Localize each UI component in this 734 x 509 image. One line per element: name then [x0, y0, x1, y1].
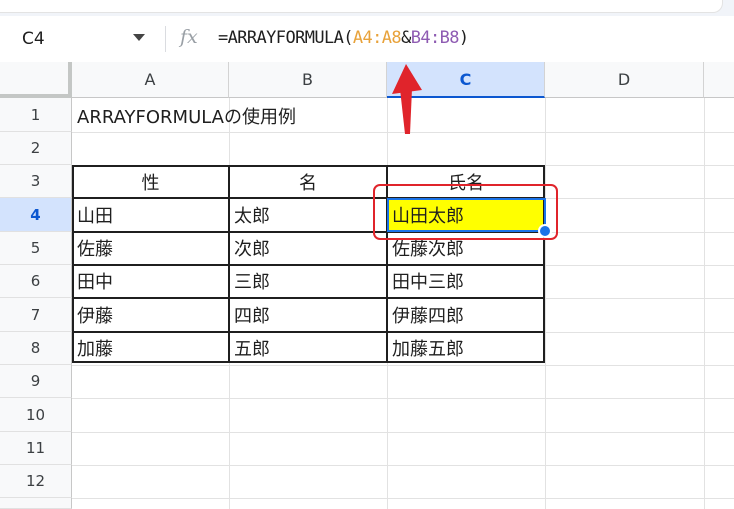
formula-amp: & [401, 28, 411, 48]
row-header-6[interactable]: 6 [0, 265, 72, 298]
row-header-3[interactable]: 3 [0, 165, 72, 198]
cell-a6[interactable]: 田中 [72, 265, 229, 297]
row-header-11[interactable]: 11 [0, 432, 72, 465]
cell-c8[interactable]: 加藤五郎 [387, 332, 545, 364]
cell-a7[interactable]: 伊藤 [72, 299, 229, 331]
column-header-d[interactable]: D [545, 62, 704, 98]
row-header-12[interactable]: 12 [0, 465, 72, 498]
cell-b5[interactable]: 次郎 [229, 232, 387, 264]
cell-b4[interactable]: 太郎 [229, 199, 387, 231]
cell-a8[interactable]: 加藤 [72, 332, 229, 364]
cell-b8[interactable]: 五郎 [229, 332, 387, 364]
formula-bar: C4 fx =ARRAYFORMULA(A4:A8&B4:B8) [0, 16, 734, 63]
grid-line [545, 98, 546, 509]
row-header-10[interactable]: 10 [0, 398, 72, 432]
header-cell-sei[interactable]: 性 [72, 166, 229, 198]
cell-b6[interactable]: 三郎 [229, 265, 387, 297]
column-header-a[interactable]: A [72, 62, 229, 98]
fx-icon: fx [180, 26, 198, 48]
cell-a1[interactable]: ARRAYFORMULAの使用例 [72, 99, 387, 132]
grid-line [72, 432, 734, 433]
name-box[interactable]: C4 [22, 29, 45, 49]
cell-b7[interactable]: 四郎 [229, 299, 387, 331]
grid-line [72, 398, 734, 399]
row-header-4[interactable]: 4 [0, 198, 72, 232]
row-header-2[interactable]: 2 [0, 132, 72, 165]
column-header-b[interactable]: B [229, 62, 387, 98]
cell-a5[interactable]: 佐藤 [72, 232, 229, 264]
annotation-box [373, 184, 558, 240]
row-header-7[interactable]: 7 [0, 298, 72, 332]
cell-c7[interactable]: 伊藤四郎 [387, 299, 545, 331]
grid-line [72, 498, 734, 499]
row-header-13[interactable] [0, 498, 72, 509]
formula-bar-divider [165, 26, 166, 52]
column-header-e[interactable] [704, 62, 734, 98]
chevron-down-icon[interactable] [133, 34, 145, 41]
grid-line [704, 98, 705, 509]
cell-a4[interactable]: 山田 [72, 199, 229, 231]
row-header-1[interactable]: 1 [0, 98, 72, 132]
formula-prefix: =ARRAYFORMULA( [218, 28, 353, 48]
grid-line [72, 365, 734, 366]
formula-ref-b: B4:B8 [410, 28, 460, 48]
row-header-9[interactable]: 9 [0, 365, 72, 398]
cell-c6[interactable]: 田中三郎 [387, 265, 545, 297]
menu-area [0, 0, 723, 13]
grid-line [72, 465, 734, 466]
formula-suffix: ) [458, 28, 469, 48]
formula-input[interactable]: =ARRAYFORMULA(A4:A8&B4:B8) [218, 28, 469, 48]
formula-ref-a: A4:A8 [352, 28, 402, 48]
header-cell-mei[interactable]: 名 [229, 166, 387, 198]
top-strip [0, 0, 734, 16]
select-all-corner[interactable] [0, 62, 72, 98]
column-header-c[interactable]: C [387, 62, 545, 98]
grid-line [72, 132, 734, 133]
row-header-5[interactable]: 5 [0, 232, 72, 265]
row-header-8[interactable]: 8 [0, 332, 72, 365]
